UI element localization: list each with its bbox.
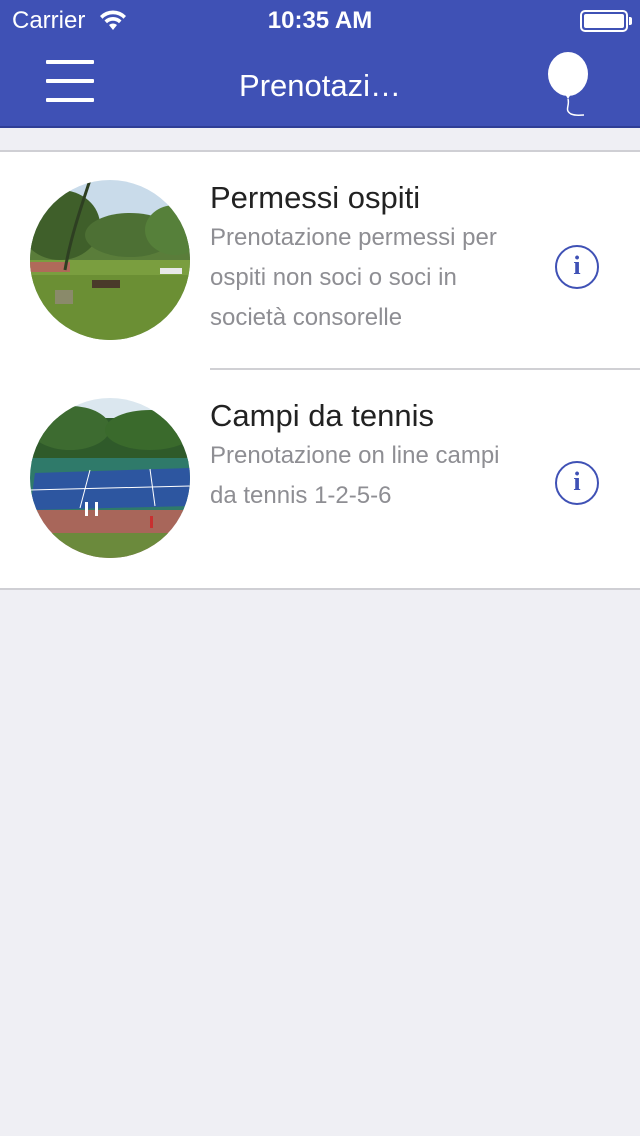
tennis-courts-photo [30,398,190,558]
page-title: Prenotazi… [239,68,401,103]
status-bar: Carrier 10:35 AM [0,0,640,40]
battery-icon [580,10,632,32]
hamburger-menu-icon[interactable] [46,60,94,104]
row-description: Prenotazione permessi per ospiti non soc… [210,224,497,331]
clock: 10:35 AM [267,7,373,34]
navigation-bar: Carrier 10:35 AM Prenotazi… [0,0,640,128]
info-icon[interactable]: i [555,245,599,289]
list-item-campi-da-tennis[interactable]: Campi da tennis Prenotazione on line cam… [0,370,640,588]
balloon-icon[interactable] [546,52,596,118]
info-icon[interactable]: i [555,461,599,505]
booking-list: Permessi ospiti Prenotazione permessi pe… [0,150,640,590]
row-description: Prenotazione on line campi da tennis 1-2… [210,442,500,509]
list-item-permessi-ospiti[interactable]: Permessi ospiti Prenotazione permessi pe… [0,152,640,370]
row-title: Permessi ospiti [210,180,421,215]
row-title: Campi da tennis [210,398,435,433]
park-lawn-photo [30,180,190,340]
